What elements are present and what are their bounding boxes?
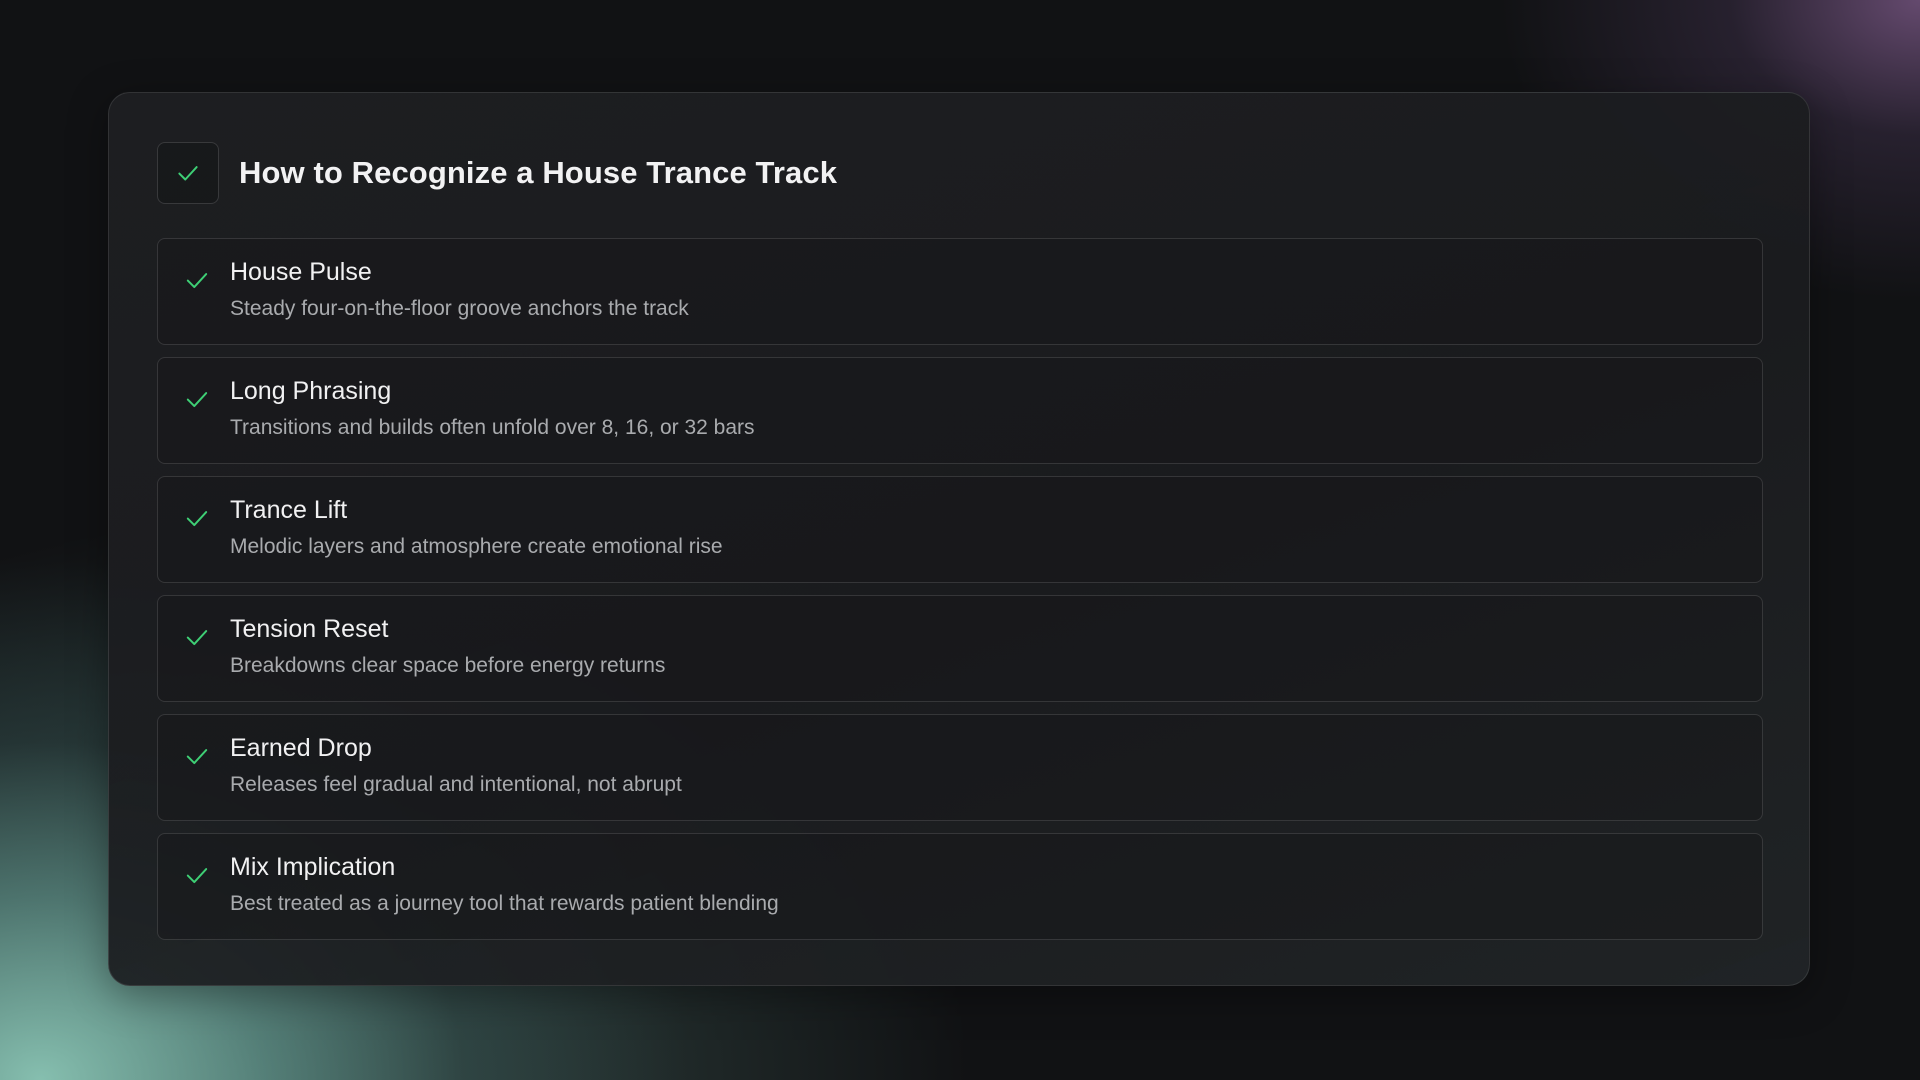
- checklist: House Pulse Steady four-on-the-floor gro…: [157, 238, 1763, 952]
- page-title: How to Recognize a House Trance Track: [239, 155, 838, 190]
- item-title: Long Phrasing: [230, 377, 392, 405]
- list-item: Mix Implication Best treated as a journe…: [157, 833, 1763, 940]
- list-item: Earned Drop Releases feel gradual and in…: [157, 714, 1763, 821]
- card-header: How to Recognize a House Trance Track: [157, 141, 837, 205]
- item-description: Best treated as a journey tool that rewa…: [230, 892, 779, 915]
- item-description: Breakdowns clear space before energy ret…: [230, 654, 666, 677]
- item-title: Trance Lift: [230, 496, 348, 524]
- check-icon: [186, 630, 208, 646]
- list-item: Trance Lift Melodic layers and atmospher…: [157, 476, 1763, 583]
- check-icon: [157, 142, 219, 204]
- check-icon: [186, 749, 208, 765]
- item-description: Releases feel gradual and intentional, n…: [230, 773, 682, 796]
- list-item: Tension Reset Breakdowns clear space bef…: [157, 595, 1763, 702]
- check-icon: [186, 511, 208, 527]
- check-icon: [186, 273, 208, 289]
- list-item: House Pulse Steady four-on-the-floor gro…: [157, 238, 1763, 345]
- checklist-card: How to Recognize a House Trance Track Ho…: [108, 92, 1810, 986]
- item-title: Tension Reset: [230, 615, 389, 643]
- item-description: Melodic layers and atmosphere create emo…: [230, 535, 723, 558]
- item-title: Mix Implication: [230, 853, 396, 881]
- item-description: Transitions and builds often unfold over…: [230, 416, 755, 439]
- item-title: Earned Drop: [230, 734, 372, 762]
- item-title: House Pulse: [230, 258, 372, 286]
- list-item: Long Phrasing Transitions and builds oft…: [157, 357, 1763, 464]
- check-icon: [186, 868, 208, 884]
- item-description: Steady four-on-the-floor groove anchors …: [230, 297, 689, 320]
- check-icon: [186, 392, 208, 408]
